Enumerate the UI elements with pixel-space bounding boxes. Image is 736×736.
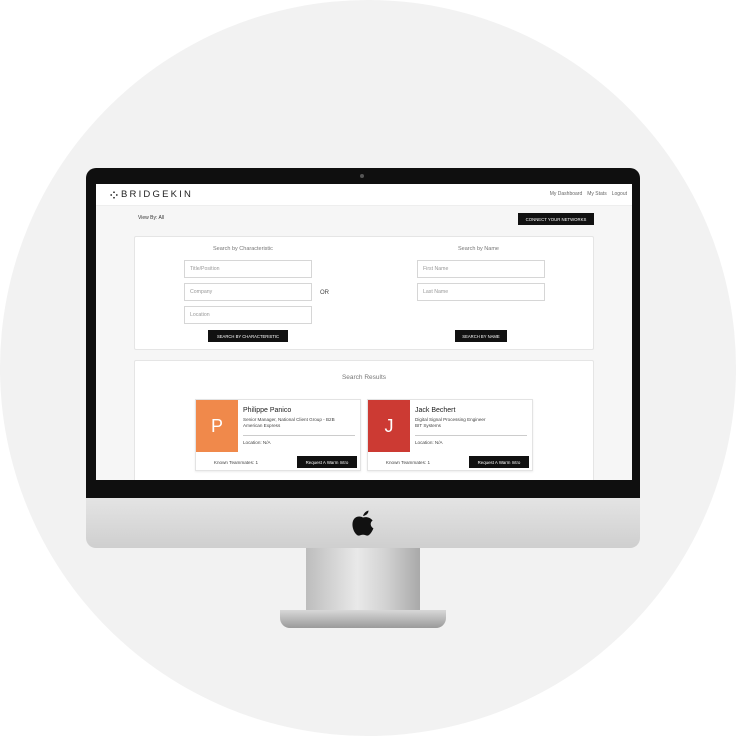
first-name-input[interactable]: First Name bbox=[417, 260, 545, 278]
search-results-title: Search Results bbox=[341, 374, 387, 381]
person-title-block: Digital Signal Processing Engineer BIT S… bbox=[415, 417, 527, 429]
top-nav: BRIDGEKIN My Dashboard My Stats Logout bbox=[96, 184, 632, 206]
person-company: American Express bbox=[243, 422, 281, 428]
nav-link-logout[interactable]: Logout bbox=[612, 191, 627, 197]
app-screen: BRIDGEKIN My Dashboard My Stats Logout V… bbox=[96, 184, 632, 480]
known-teammates: Known Teammates: 1 bbox=[213, 460, 258, 465]
location-input[interactable]: Location bbox=[184, 306, 312, 324]
card-divider bbox=[243, 435, 355, 436]
card-divider bbox=[415, 435, 527, 436]
person-location: Location: N/A bbox=[243, 440, 271, 445]
person-name[interactable]: Jack Bechert bbox=[415, 407, 455, 414]
result-card[interactable]: J Jack Bechert Digital Signal Processing… bbox=[367, 399, 533, 471]
monitor-stand-base bbox=[280, 610, 446, 628]
person-location: Location: N/A bbox=[415, 440, 443, 445]
person-company: BIT Systems bbox=[415, 422, 441, 428]
camera-icon bbox=[360, 174, 364, 178]
nav-link-stats[interactable]: My Stats bbox=[587, 191, 606, 197]
request-intro-button[interactable]: Request A Warm Intro bbox=[297, 456, 357, 468]
person-name[interactable]: Philippe Panico bbox=[243, 407, 291, 414]
request-intro-button[interactable]: Request A Warm Intro bbox=[469, 456, 529, 468]
avatar: J bbox=[368, 400, 410, 452]
apple-icon bbox=[352, 510, 374, 536]
nav-link-dashboard[interactable]: My Dashboard bbox=[550, 191, 583, 197]
search-name-title: Search by Name bbox=[458, 246, 499, 252]
result-card[interactable]: P Philippe Panico Senior Manager, Nation… bbox=[195, 399, 361, 471]
title-position-input[interactable]: Title/Position bbox=[184, 260, 312, 278]
last-name-input[interactable]: Last Name bbox=[417, 283, 545, 301]
view-by-filter[interactable]: View By: All bbox=[138, 215, 164, 221]
search-by-name-button[interactable]: SEARCH BY NAME bbox=[455, 330, 507, 342]
or-divider-label: OR bbox=[320, 290, 329, 296]
company-input[interactable]: Company bbox=[184, 283, 312, 301]
connect-networks-button[interactable]: CONNECT YOUR NETWORKS bbox=[518, 213, 594, 225]
avatar: P bbox=[196, 400, 238, 452]
known-teammates: Known Teammates: 1 bbox=[385, 460, 430, 465]
search-by-characteristic-button[interactable]: SEARCH BY CHARACTERISTIC bbox=[208, 330, 288, 342]
search-characteristic-title: Search by Characteristic bbox=[213, 246, 273, 252]
nav-links: My Dashboard My Stats Logout bbox=[545, 191, 627, 197]
monitor-stand bbox=[306, 548, 420, 612]
bridgekin-logo-icon bbox=[110, 190, 118, 199]
brand-name: BRIDGEKIN bbox=[121, 189, 194, 200]
person-title-block: Senior Manager, National Client Group - … bbox=[243, 417, 355, 429]
brand-logo[interactable]: BRIDGEKIN bbox=[110, 189, 193, 200]
